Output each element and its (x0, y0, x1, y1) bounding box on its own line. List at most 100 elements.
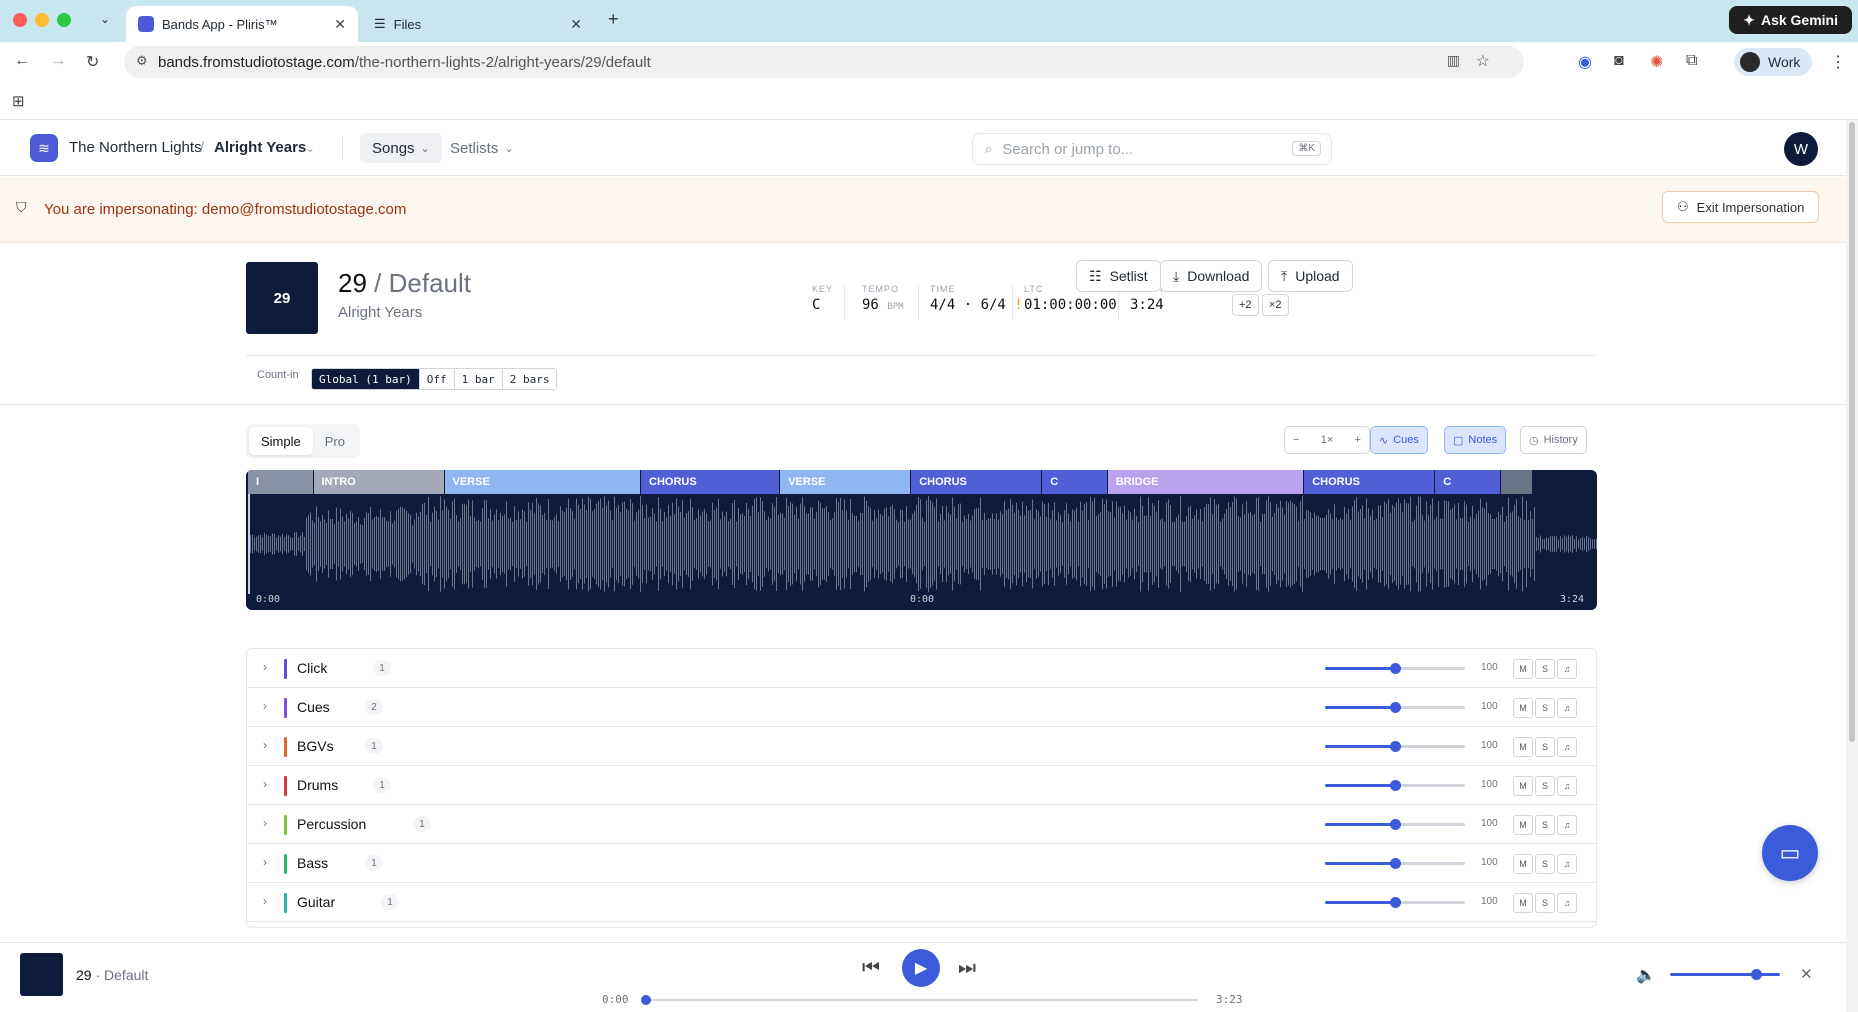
volume-icon[interactable]: 🔈 (1636, 965, 1656, 985)
forward-icon[interactable]: → (50, 52, 66, 70)
solo-button[interactable]: S (1535, 737, 1555, 757)
mute-button[interactable]: M (1513, 776, 1533, 796)
history-button[interactable]: ◷ History (1520, 426, 1587, 454)
solo-button[interactable]: S (1535, 854, 1555, 874)
section-marker[interactable]: C (1435, 470, 1501, 494)
track-row[interactable]: › Cues 2 100 M S ♫ (247, 688, 1596, 727)
expand-chevron-icon[interactable]: › (263, 855, 267, 869)
user-avatar[interactable]: W (1784, 132, 1818, 166)
expand-chevron-icon[interactable]: › (263, 738, 267, 752)
minimize-window-icon[interactable] (35, 13, 49, 27)
solo-button[interactable]: S (1535, 698, 1555, 718)
app-logo-icon[interactable]: ≋ (30, 134, 58, 162)
solo-button[interactable]: S (1535, 776, 1555, 796)
mute-button[interactable]: M (1513, 854, 1533, 874)
album-chevron-down-icon[interactable]: ⌄ (305, 141, 315, 155)
track-row[interactable]: › BGVs 1 100 M S ♫ (247, 727, 1596, 766)
track-volume-slider[interactable] (1325, 897, 1465, 908)
tab-list-chevron-icon[interactable]: ⌄ (100, 12, 110, 26)
slider-knob[interactable] (1390, 819, 1401, 830)
solo-button[interactable]: S (1535, 893, 1555, 913)
mode-simple[interactable]: Simple (249, 427, 313, 455)
exit-impersonation-button[interactable]: ⚇ Exit Impersonation (1662, 191, 1820, 223)
transpose-button[interactable]: +2 (1232, 294, 1259, 316)
back-icon[interactable]: ← (14, 52, 30, 70)
track-volume-slider[interactable] (1325, 702, 1465, 713)
browser-tab-files[interactable]: ☰ Files ✕ (362, 6, 594, 42)
expand-chevron-icon[interactable]: › (263, 660, 267, 674)
headphones-icon[interactable]: ♫ (1557, 815, 1577, 835)
volume-knob[interactable] (1750, 969, 1762, 980)
slider-knob[interactable] (1390, 897, 1401, 908)
slider-knob[interactable] (1390, 858, 1401, 869)
track-row[interactable]: › Percussion 1 100 M S ♫ (247, 805, 1596, 844)
mute-button[interactable]: M (1513, 815, 1533, 835)
mute-button[interactable]: M (1513, 893, 1533, 913)
play-button[interactable]: ▶ (902, 949, 940, 987)
browser-menu-icon[interactable]: ⋮ (1830, 52, 1846, 72)
scrollbar-thumb[interactable] (1849, 122, 1855, 742)
countin-option-1-bar[interactable]: 1 bar (455, 369, 503, 389)
section-marker[interactable]: BRIDGE (1107, 470, 1305, 494)
section-marker[interactable]: VERSE (444, 470, 641, 494)
track-volume-slider[interactable] (1325, 741, 1465, 752)
setlist-button[interactable]: ☷ Setlist (1076, 260, 1161, 292)
track-row[interactable]: ›Keys1100MS♫ (247, 922, 1596, 927)
track-row[interactable]: › Bass 1 100 M S ♫ (247, 844, 1596, 883)
player-progress-bar[interactable] (641, 995, 1198, 1005)
track-row[interactable]: › Click 1 100 M S ♫ (247, 649, 1596, 688)
countin-option-off[interactable]: Off (420, 369, 455, 389)
close-player-icon[interactable]: ✕ (1800, 965, 1813, 983)
notes-toggle[interactable]: ▢ Notes (1444, 426, 1507, 454)
waveform-panel[interactable]: I INTRO VERSE CHORUS VERSE CHORUS C BRIDGE CHORU… (246, 470, 1597, 610)
address-bar[interactable]: ⚙ bands.fromstudiotostage.com/the-northe… (124, 46, 1524, 78)
expand-chevron-icon[interactable]: › (263, 894, 267, 908)
headphones-icon[interactable]: ♫ (1557, 659, 1577, 679)
section-marker[interactable]: C (1042, 470, 1108, 494)
zoom-in-button[interactable]: + (1355, 434, 1361, 446)
zoom-out-button[interactable]: − (1293, 434, 1299, 446)
solo-button[interactable]: S (1535, 659, 1555, 679)
track-volume-slider[interactable] (1325, 858, 1465, 869)
mute-button[interactable]: M (1513, 737, 1533, 757)
countin-option-global[interactable]: Global (1 bar) (312, 369, 420, 389)
close-window-icon[interactable] (13, 13, 27, 27)
headphones-icon[interactable]: ♫ (1557, 854, 1577, 874)
progress-knob[interactable] (641, 995, 651, 1005)
download-button[interactable]: ⤓ Download (1160, 260, 1263, 292)
expand-chevron-icon[interactable]: › (263, 699, 267, 713)
countin-option-2-bars[interactable]: 2 bars (503, 369, 557, 389)
apps-grid-icon[interactable]: ⊞ (12, 92, 25, 110)
expand-chevron-icon[interactable]: › (263, 777, 267, 791)
track-volume-slider[interactable] (1325, 819, 1465, 830)
expand-chevron-icon[interactable]: › (263, 816, 267, 830)
headphones-icon[interactable]: ♫ (1557, 737, 1577, 757)
new-tab-icon[interactable]: + (608, 9, 619, 30)
slider-knob[interactable] (1390, 663, 1401, 674)
close-tab-icon[interactable]: ✕ (570, 16, 582, 33)
mute-button[interactable]: M (1513, 659, 1533, 679)
player-volume-slider[interactable] (1670, 969, 1780, 980)
cues-toggle[interactable]: ∿ Cues (1370, 426, 1428, 454)
mode-pro[interactable]: Pro (313, 427, 357, 455)
skip-back-icon[interactable]: ⏮ (862, 957, 880, 980)
track-row[interactable]: › Guitar 1 100 M S ♫ (247, 883, 1596, 922)
password-manager-icon[interactable]: ◉ (1578, 52, 1592, 72)
headphones-icon[interactable]: ♫ (1557, 776, 1577, 796)
slider-knob[interactable] (1390, 780, 1401, 791)
slider-knob[interactable] (1390, 741, 1401, 752)
extensions-puzzle-icon[interactable]: ⧉ (1686, 52, 1697, 70)
close-tab-icon[interactable]: ✕ (334, 16, 346, 33)
extension-burst-icon[interactable]: ✺ (1650, 52, 1663, 72)
ask-gemini-button[interactable]: ✦ Ask Gemini (1729, 6, 1852, 34)
headphones-icon[interactable]: ♫ (1557, 698, 1577, 718)
reload-icon[interactable]: ↻ (86, 52, 99, 72)
track-volume-slider[interactable] (1325, 663, 1465, 674)
songs-menu[interactable]: Songs ⌄ (360, 133, 442, 163)
section-marker[interactable]: I (248, 470, 314, 494)
section-marker[interactable]: CHORUS (641, 470, 781, 494)
track-row[interactable]: › Drums 1 100 M S ♫ (247, 766, 1596, 805)
section-marker[interactable]: INTRO (313, 470, 445, 494)
profile-button[interactable]: Work (1734, 48, 1813, 76)
section-marker[interactable]: CHORUS (911, 470, 1043, 494)
